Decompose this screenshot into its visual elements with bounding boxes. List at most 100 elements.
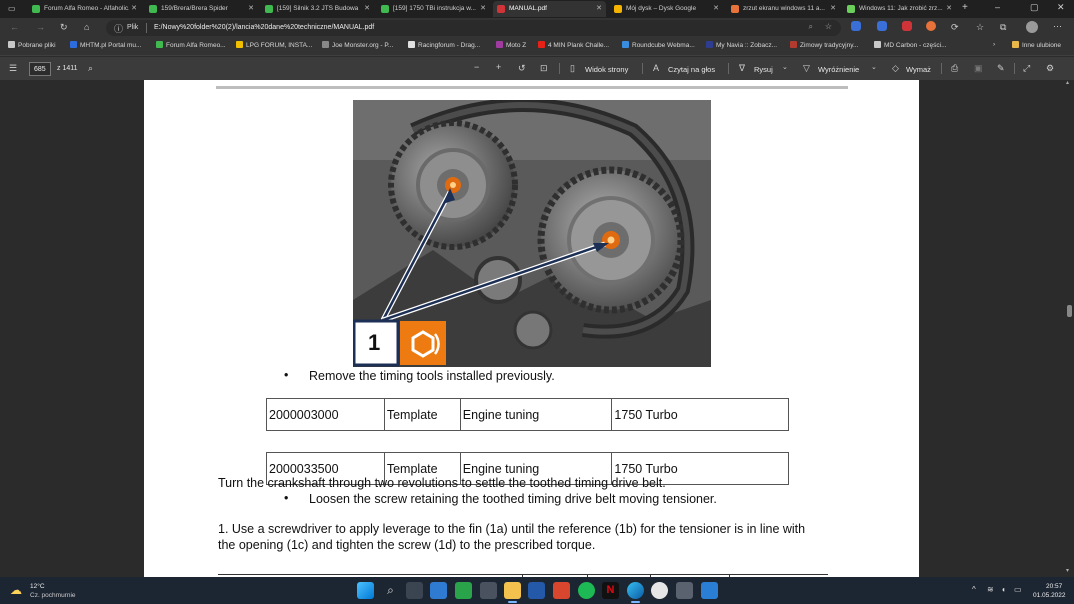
bookmarks-overflow-chevron-icon[interactable]: › xyxy=(993,41,995,48)
tab-close-icon[interactable]: ✕ xyxy=(248,4,254,12)
spotify-icon[interactable] xyxy=(578,582,595,599)
more-menu-icon[interactable]: ⋯ xyxy=(1053,21,1062,32)
minimize-icon[interactable]: – xyxy=(995,2,1000,12)
browser-tab[interactable]: Forum Alfa Romeo - Alfaholic... ✕ xyxy=(28,1,141,17)
scroll-up-arrow-icon[interactable]: ▴ xyxy=(1066,79,1069,86)
draw-button[interactable]: Rysuj xyxy=(754,65,773,74)
forward-icon[interactable]: → xyxy=(36,22,45,32)
search-taskbar-icon[interactable]: ⌕ xyxy=(382,582,399,599)
wifi-icon[interactable]: ≋ xyxy=(987,585,994,594)
reload-icon[interactable]: ↻ xyxy=(60,22,68,33)
maximize-icon[interactable]: ▢ xyxy=(1030,2,1039,13)
draw-options-chevron-icon[interactable]: ⌄ xyxy=(782,63,788,71)
clock-date[interactable]: 01.05.2022 xyxy=(1033,592,1066,599)
browser-tab[interactable]: zrzut ekranu windows 11 a... ✕ xyxy=(727,1,840,17)
start-button-icon[interactable] xyxy=(357,582,374,599)
xbox-app-icon[interactable] xyxy=(455,582,472,599)
bookmark-item[interactable]: Joe Monster.org - P... xyxy=(322,41,393,49)
bookmark-item[interactable]: 4 MIN Plank Challe... xyxy=(538,41,609,49)
tab-close-icon[interactable]: ✕ xyxy=(131,4,137,12)
save-as-icon[interactable]: ✎ xyxy=(997,63,1005,74)
fit-page-icon[interactable]: ⊡ xyxy=(540,63,548,74)
extension-3-icon[interactable] xyxy=(902,21,912,31)
contents-icon[interactable]: ☰ xyxy=(9,63,17,74)
zoom-out-icon[interactable]: − xyxy=(474,62,479,72)
close-window-icon[interactable]: ✕ xyxy=(1057,2,1065,13)
new-tab-icon[interactable]: + xyxy=(962,2,968,13)
favorites-icon[interactable]: ☆ xyxy=(976,22,984,33)
zoom-icon[interactable]: ⌕ xyxy=(809,22,813,32)
highlight-button[interactable]: Wyróżnienie xyxy=(818,65,859,74)
calculator-icon[interactable] xyxy=(480,582,497,599)
tab-close-icon[interactable]: ✕ xyxy=(946,4,952,12)
bookmark-item[interactable]: MHTM.pl Portal mu... xyxy=(70,41,141,49)
bookmark-item[interactable]: Zimowy tradycyjny... xyxy=(790,41,858,49)
store-icon[interactable] xyxy=(528,582,545,599)
messenger-icon[interactable] xyxy=(651,582,668,599)
collections-icon[interactable]: ⧉ xyxy=(1000,22,1006,33)
settings-gear-icon[interactable]: ⚙ xyxy=(1046,63,1054,74)
weather-desc[interactable]: Cz. pochmurnie xyxy=(30,592,76,599)
save-icon[interactable]: ▣ xyxy=(974,63,983,74)
bookmark-item[interactable]: LPG FORUM, INSTA... xyxy=(236,41,312,49)
refresh-ext-icon[interactable]: ⟳ xyxy=(951,22,959,33)
tab-close-icon[interactable]: ✕ xyxy=(713,4,719,12)
bookmark-item[interactable]: Inne ulubione xyxy=(1012,41,1061,49)
office-icon[interactable] xyxy=(553,582,570,599)
browser-tab[interactable]: Windows 11: Jak zrobić zrz... ✕ xyxy=(843,1,956,17)
tab-close-icon[interactable]: ✕ xyxy=(480,4,486,12)
netflix-icon[interactable]: N xyxy=(602,582,619,599)
bookmark-item[interactable]: Racingforum - Drag... xyxy=(408,41,480,49)
tab-actions-icon[interactable]: ▭ xyxy=(8,4,16,13)
pdf-viewer[interactable]: 1 • Remove the timing tools installed pr… xyxy=(0,80,1074,577)
tab-close-icon[interactable]: ✕ xyxy=(830,4,836,12)
bookmark-item[interactable]: My Navia :: Zobacz... xyxy=(706,41,777,49)
scroll-down-arrow-icon[interactable]: ▾ xyxy=(1066,567,1069,574)
read-aloud-button[interactable]: Czytaj na głos xyxy=(668,65,715,74)
scroll-thumb[interactable] xyxy=(1067,305,1072,317)
task-view-icon[interactable] xyxy=(406,582,423,599)
edge-icon[interactable] xyxy=(627,582,644,599)
fullscreen-icon[interactable]: ⤢ xyxy=(1023,63,1030,74)
erase-button[interactable]: Wymaż xyxy=(906,65,931,74)
widgets-icon[interactable] xyxy=(430,582,447,599)
tray-chevron-icon[interactable]: ^ xyxy=(972,585,976,594)
bookmark-item[interactable]: Roundcube Webma... xyxy=(622,41,695,49)
bookmark-item[interactable]: Moto Z xyxy=(496,41,526,49)
tab-close-icon[interactable]: ✕ xyxy=(596,4,602,12)
search-icon[interactable]: ⌕ xyxy=(88,63,93,74)
page-view-button[interactable]: Widok strony xyxy=(585,65,628,74)
extension-4-icon[interactable] xyxy=(926,21,936,31)
extension-1-icon[interactable] xyxy=(851,21,861,31)
vertical-scrollbar[interactable]: ▴ ▾ xyxy=(1065,80,1074,577)
keyboard-app-icon[interactable] xyxy=(676,582,693,599)
print-icon[interactable]: ⎙ xyxy=(951,63,958,74)
browser-tab[interactable]: Mój dysk – Dysk Google ✕ xyxy=(610,1,723,17)
rotate-icon[interactable]: ↺ xyxy=(518,63,526,74)
weather-icon[interactable]: ☁ xyxy=(10,583,22,597)
bookmark-item[interactable]: Pobrane pliki xyxy=(8,41,56,49)
tab-close-icon[interactable]: ✕ xyxy=(364,4,370,12)
browser-tab[interactable]: 159/Brera/Brera Spider ✕ xyxy=(145,1,258,17)
weather-temp[interactable]: 12°C xyxy=(30,583,45,590)
home-icon[interactable]: ⌂ xyxy=(84,22,89,32)
browser-tab[interactable]: [159] Silnik 3.2 JTS Budowa ✕ xyxy=(261,1,374,17)
browser-tab[interactable]: MANUAL.pdf ✕ xyxy=(493,1,606,17)
bookmark-item[interactable]: MD Carbon - części... xyxy=(874,41,947,49)
avatar[interactable] xyxy=(1026,21,1038,33)
browser-tab[interactable]: [159] 1750 TBi instrukcja w... ✕ xyxy=(377,1,490,17)
url-field[interactable]: ⓘ Plik E:/Nowy%20folder%20(2)/lancia%20d… xyxy=(106,20,841,36)
bookmark-favicon-icon xyxy=(1012,41,1019,48)
highlight-options-chevron-icon[interactable]: ⌄ xyxy=(871,63,877,71)
clock-time[interactable]: 20:57 xyxy=(1046,583,1062,590)
volume-icon[interactable]: ◖ xyxy=(1001,585,1006,594)
snipping-tool-icon[interactable] xyxy=(701,582,718,599)
battery-icon[interactable]: ▭ xyxy=(1014,585,1022,594)
file-explorer-icon[interactable] xyxy=(504,582,521,599)
favorite-star-icon[interactable]: ☆ xyxy=(825,22,832,31)
back-icon[interactable]: ← xyxy=(10,22,19,32)
page-number-input[interactable]: 685 xyxy=(29,62,51,76)
bookmark-item[interactable]: Forum Alfa Romeo... xyxy=(156,41,226,49)
zoom-in-icon[interactable]: + xyxy=(496,62,501,72)
extension-2-icon[interactable] xyxy=(877,21,887,31)
